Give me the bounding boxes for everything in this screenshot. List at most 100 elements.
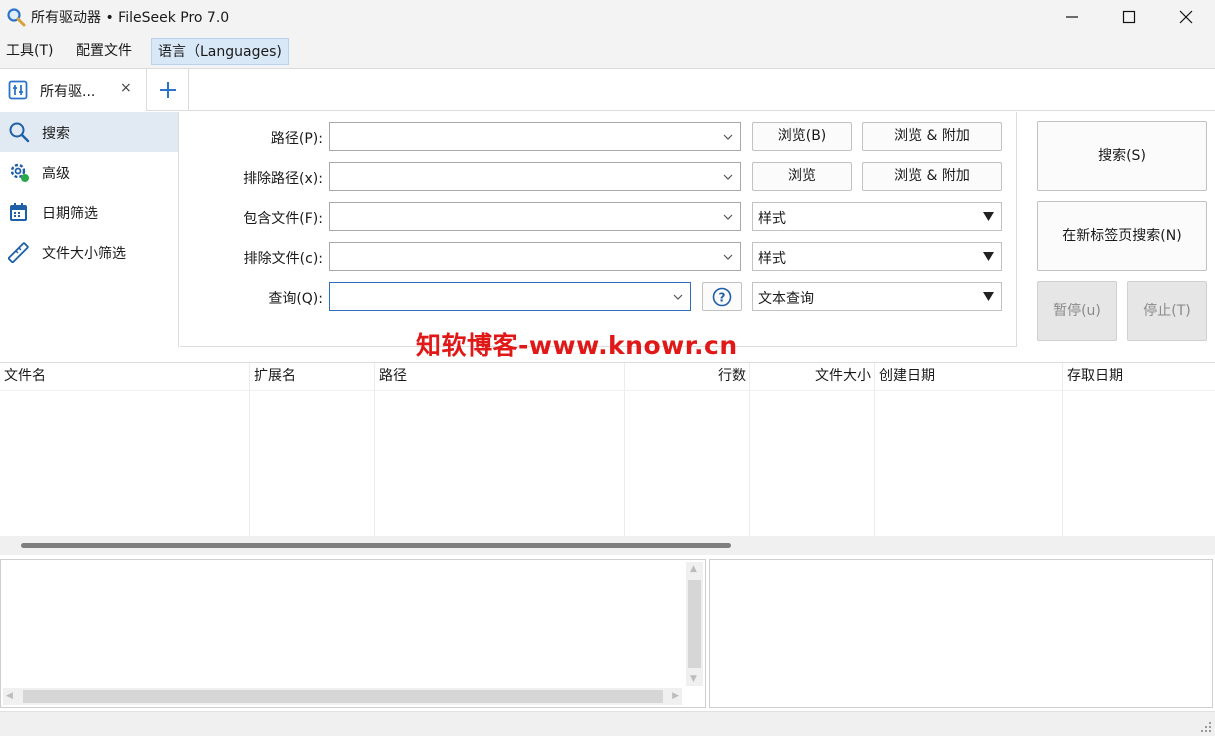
include-pattern-select[interactable]: 样式 [752,202,1002,231]
nav-label-advanced: 高级 [42,166,70,182]
chevron-down-icon [723,214,733,220]
exclude-pattern-select[interactable]: 样式 [752,242,1002,271]
resize-grip-icon[interactable] [1200,721,1212,733]
include-pattern-value: 样式 [758,211,786,227]
svg-text:?: ? [719,291,726,305]
scrollbar-thumb[interactable] [21,543,731,548]
query-type-select[interactable]: 文本查询 [752,282,1002,311]
results-table[interactable]: 文件名 扩展名 路径 行数 文件大小 创建日期 存取日期 [0,362,1215,537]
query-help-button[interactable]: ? [702,282,742,311]
tab-all-drives[interactable]: 所有驱... × [0,69,147,111]
preview-vertical-scrollbar[interactable]: ▲ ▼ [686,562,703,686]
browse-button[interactable]: 浏览(B) [752,122,852,151]
maximize-icon [1122,10,1136,24]
details-pane[interactable] [709,559,1213,708]
search-button[interactable]: 搜索(S) [1037,121,1207,191]
scroll-left-icon[interactable]: ◀ [6,691,13,701]
watermark-text: 知软博客-www.knowr.cn [416,331,738,360]
close-window-button[interactable] [1157,0,1215,34]
query-combobox[interactable] [329,282,691,311]
add-tab-button[interactable] [148,69,189,111]
include-files-label: 包含文件(F): [243,211,323,227]
left-nav: 搜索 高级 日期筛选 文件大小筛选 [0,112,179,347]
calendar-icon [10,203,27,221]
status-bar [0,711,1215,736]
column-header-path[interactable]: 路径 [375,363,625,390]
maximize-button[interactable] [1100,0,1158,34]
column-divider [749,363,750,537]
column-header-extension[interactable]: 扩展名 [250,363,375,390]
column-header-lines[interactable]: 行数 [625,363,750,390]
chevron-down-icon [673,294,683,300]
nav-label-search: 搜索 [42,126,70,142]
menu-tools[interactable]: 工具(T) [0,38,59,65]
query-label: 查询(Q): [268,291,323,307]
exclude-files-combobox[interactable] [329,242,741,271]
nav-item-search[interactable]: 搜索 [0,112,178,152]
scroll-right-icon[interactable]: ▶ [672,691,679,701]
exclude-path-combobox[interactable] [329,162,741,191]
preview-horizontal-scrollbar[interactable]: ◀ ▶ [3,688,682,705]
dropdown-arrow-icon [983,212,994,221]
column-header-created[interactable]: 创建日期 [875,363,1063,390]
nav-item-size-filter[interactable]: 文件大小筛选 [0,232,178,272]
header-divider [0,390,1215,391]
column-header-size[interactable]: 文件大小 [750,363,875,390]
plus-icon [160,82,176,98]
minimize-icon [1066,16,1078,18]
help-icon: ? [712,287,732,307]
query-type-value: 文本查询 [758,291,814,307]
exclude-files-label: 排除文件(c): [243,251,323,267]
menu-profiles[interactable]: 配置文件 [70,38,138,65]
dropdown-arrow-icon [983,252,994,261]
preview-pane[interactable]: ▲ ▼ ◀ ▶ [0,559,706,708]
nav-label-size-filter: 文件大小筛选 [42,246,126,262]
exclude-path-label: 排除路径(x): [243,171,323,187]
nav-label-date-filter: 日期筛选 [42,206,98,222]
stop-button[interactable]: 停止(T) [1127,281,1207,341]
column-divider [874,363,875,537]
tab-close-icon[interactable]: × [120,80,132,96]
dropdown-arrow-icon [983,292,994,301]
scroll-up-icon[interactable]: ▲ [690,564,697,574]
results-horizontal-scrollbar[interactable] [0,536,1215,555]
menu-bar: 工具(T) 配置文件 语言（Languages) [0,34,1215,69]
nav-item-date-filter[interactable]: 日期筛选 [0,192,178,232]
chevron-down-icon [723,174,733,180]
nav-item-advanced[interactable]: 高级 [0,152,178,192]
window-title: 所有驱动器 • FileSeek Pro 7.0 [31,10,230,26]
tab-label: 所有驱... [40,84,96,100]
scrollbar-thumb[interactable] [688,580,701,668]
path-combobox[interactable] [329,122,741,151]
search-form: 路径(P): 浏览(B) 浏览 & 附加 排除路径(x): 浏览 浏览 & 附加… [180,112,1017,347]
app-search-icon [7,8,26,27]
minimize-button[interactable] [1043,0,1101,34]
scroll-down-icon[interactable]: ▼ [690,674,697,684]
column-divider [1062,363,1063,537]
title-bar: 所有驱动器 • FileSeek Pro 7.0 [0,0,1215,34]
include-files-combobox[interactable] [329,202,741,231]
app-window: 所有驱动器 • FileSeek Pro 7.0 工具(T) 配置文件 语言（L… [0,0,1215,736]
scrollbar-thumb[interactable] [23,690,663,703]
search-settings-icon [8,80,28,100]
ruler-icon [8,242,29,263]
gear-icon [10,163,29,182]
exclude-browse-append-button[interactable]: 浏览 & 附加 [862,162,1002,191]
exclude-pattern-value: 样式 [758,251,786,267]
search-new-tab-button[interactable]: 在新标签页搜索(N) [1037,201,1207,271]
close-icon [1179,10,1193,24]
chevron-down-icon [723,254,733,260]
path-label: 路径(P): [270,131,323,147]
column-header-accessed[interactable]: 存取日期 [1063,363,1215,390]
column-header-filename[interactable]: 文件名 [0,363,250,390]
search-icon [9,122,30,143]
browse-append-button[interactable]: 浏览 & 附加 [862,122,1002,151]
chevron-down-icon [723,134,733,140]
column-divider [374,363,375,537]
tab-bar: 所有驱... × [0,69,1215,111]
menu-language[interactable]: 语言（Languages) [151,38,289,65]
pause-button[interactable]: 暂停(u) [1037,281,1117,341]
column-divider [249,363,250,537]
column-divider [624,363,625,537]
exclude-browse-button[interactable]: 浏览 [752,162,852,191]
